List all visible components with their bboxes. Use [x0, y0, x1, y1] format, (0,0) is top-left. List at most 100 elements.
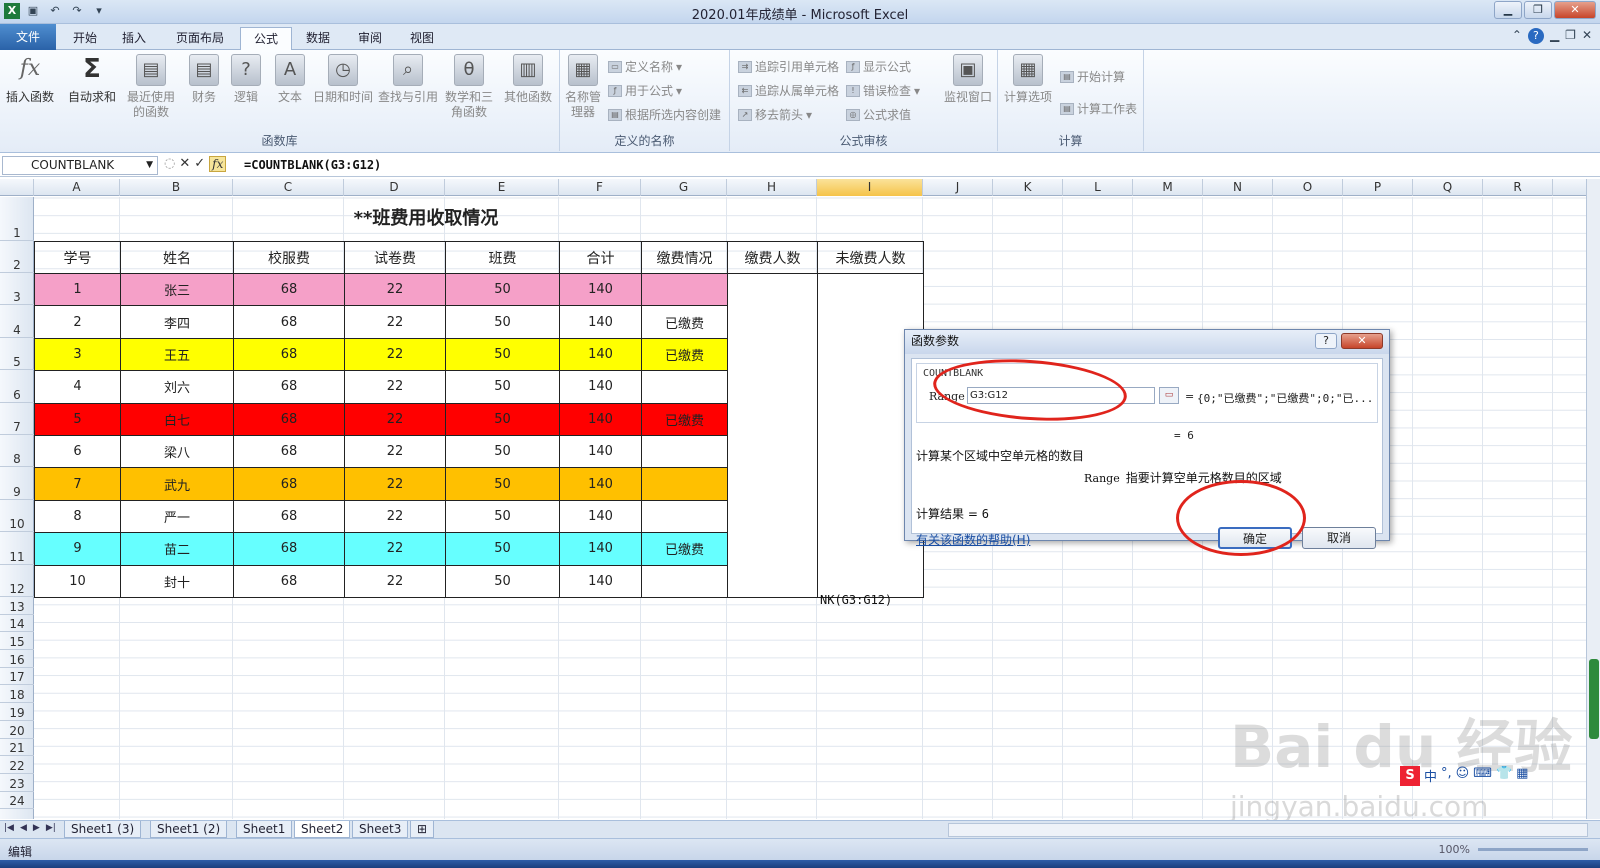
calculate-sheet-button[interactable]: ▤ 计算工作表: [1060, 100, 1137, 117]
row-header-12[interactable]: 12: [0, 565, 34, 597]
sheet-tab-sheet3[interactable]: Sheet3: [352, 821, 409, 838]
row-header-2[interactable]: 2: [0, 241, 34, 273]
column-header-i[interactable]: I: [817, 179, 923, 196]
dialog-close-button[interactable]: ✕: [1341, 333, 1383, 349]
column-header-k[interactable]: K: [993, 179, 1063, 196]
table-cell-name[interactable]: 苗二: [120, 532, 234, 566]
trace-dependents-button[interactable]: ⇇ 追踪从属单元格: [738, 82, 839, 99]
header-cell[interactable]: 班费: [445, 241, 560, 274]
table-cell-a[interactable]: 68: [233, 402, 345, 436]
insert-function-button[interactable]: fx 插入函数: [4, 54, 56, 105]
autosum-button[interactable]: Σ 自动求和: [66, 54, 118, 105]
table-cell-c[interactable]: 50: [445, 499, 560, 534]
calculation-options-button[interactable]: ▦ 计算选项: [1002, 54, 1054, 105]
table-cell-status[interactable]: 已缴费: [641, 337, 728, 372]
minimize-button[interactable]: ▁: [1494, 1, 1522, 19]
tab-page-layout[interactable]: 页面布局: [164, 27, 236, 50]
column-header-j[interactable]: J: [923, 179, 993, 196]
table-cell-name[interactable]: 梁八: [120, 434, 234, 469]
table-cell-name[interactable]: 刘六: [120, 370, 234, 404]
row-header-5[interactable]: 5: [0, 338, 34, 371]
insert-function-fx-button[interactable]: fx: [209, 156, 227, 172]
table-cell-b[interactable]: 22: [344, 434, 446, 469]
help-icon[interactable]: ?: [1527, 28, 1544, 44]
table-cell-status[interactable]: 已缴费: [641, 532, 728, 566]
row-header-16[interactable]: 16: [0, 650, 34, 668]
horizontal-scrollbar[interactable]: [948, 823, 1588, 837]
table-cell-a[interactable]: 68: [233, 499, 345, 534]
more-functions-button[interactable]: ▥ 其他函数: [500, 54, 556, 105]
table-cell-a[interactable]: 68: [233, 564, 345, 598]
logical-button[interactable]: ? 逻辑: [228, 54, 264, 105]
sheet-tab-sheet1-3[interactable]: Sheet1 (3): [64, 821, 142, 838]
name-manager-button[interactable]: ▦ 名称管理器: [564, 54, 602, 120]
table-cell-name[interactable]: 王五: [120, 337, 234, 372]
dialog-help-button[interactable]: ?: [1315, 333, 1337, 349]
header-cell[interactable]: 试卷费: [344, 241, 446, 274]
tab-insert[interactable]: 插入: [112, 27, 156, 50]
close-button[interactable]: ✕: [1554, 1, 1596, 19]
show-formulas-button[interactable]: ƒ 显示公式: [846, 58, 911, 75]
sheet-tab-sheet2[interactable]: Sheet2: [294, 821, 351, 838]
prev-sheet-icon[interactable]: ◀: [20, 823, 27, 833]
row-header-23[interactable]: 23: [0, 774, 34, 792]
date-time-button[interactable]: ◷ 日期和时间: [310, 54, 376, 105]
error-checking-button[interactable]: ! 错误检查 ▾: [846, 82, 920, 99]
table-cell-name[interactable]: 李四: [120, 305, 234, 339]
table-cell-total[interactable]: 140: [559, 532, 642, 566]
table-cell-b[interactable]: 22: [344, 499, 446, 534]
tab-data[interactable]: 数据: [296, 27, 340, 50]
table-cell-status[interactable]: 已缴费: [641, 402, 728, 436]
column-header-b[interactable]: B: [120, 179, 233, 196]
column-header-a[interactable]: A: [34, 179, 120, 196]
table-cell-id[interactable]: 10: [34, 564, 121, 598]
text-button[interactable]: A 文本: [272, 54, 308, 105]
table-cell-a[interactable]: 68: [233, 532, 345, 566]
table-cell-name[interactable]: 封十: [120, 564, 234, 598]
zoom-slider[interactable]: [1478, 848, 1588, 851]
table-cell-status[interactable]: [641, 272, 728, 307]
table-cell-a[interactable]: 68: [233, 370, 345, 404]
sheet-tab-sheet1-2[interactable]: Sheet1 (2): [150, 821, 228, 838]
restore-workbook-icon[interactable]: ❐: [1565, 28, 1576, 44]
function-arguments-dialog[interactable]: 函数参数 ? ✕ COUNTBLANK Range G3:G12 ▭ = {0;…: [904, 329, 1390, 549]
create-from-selection-button[interactable]: ▤ 根据所选内容创建: [608, 106, 721, 123]
row-header-3[interactable]: 3: [0, 273, 34, 306]
table-cell-status[interactable]: [641, 434, 728, 469]
header-cell[interactable]: 缴费情况: [641, 241, 728, 274]
vertical-scrollbar[interactable]: [1586, 179, 1600, 819]
table-cell-total[interactable]: 140: [559, 434, 642, 469]
ime-keyboard-icon[interactable]: ⌨: [1473, 766, 1492, 786]
table-cell-total[interactable]: 140: [559, 402, 642, 436]
tab-view[interactable]: 视图: [400, 27, 444, 50]
table-cell-a[interactable]: 68: [233, 305, 345, 339]
row-header-14[interactable]: 14: [0, 615, 34, 633]
table-cell-c[interactable]: 50: [445, 564, 560, 598]
row-header-18[interactable]: 18: [0, 686, 34, 704]
cancel-button[interactable]: 取消: [1302, 527, 1376, 549]
header-cell[interactable]: 姓名: [120, 241, 234, 274]
tab-formulas[interactable]: 公式: [240, 27, 292, 50]
name-box[interactable]: COUNTBLANK ▼: [2, 156, 158, 175]
ime-emoji-icon[interactable]: ☺: [1456, 766, 1470, 786]
column-header-f[interactable]: F: [559, 179, 641, 196]
table-cell-total[interactable]: 140: [559, 337, 642, 372]
column-header-m[interactable]: M: [1133, 179, 1203, 196]
column-header-l[interactable]: L: [1063, 179, 1133, 196]
table-cell-c[interactable]: 50: [445, 467, 560, 501]
ok-button[interactable]: 确定: [1218, 527, 1292, 549]
column-header-c[interactable]: C: [233, 179, 344, 196]
table-cell-total[interactable]: 140: [559, 467, 642, 501]
row-header-19[interactable]: 19: [0, 703, 34, 721]
header-cell[interactable]: 合计: [559, 241, 642, 274]
table-cell-a[interactable]: 68: [233, 337, 345, 372]
tab-review[interactable]: 审阅: [348, 27, 392, 50]
table-cell-id[interactable]: 5: [34, 402, 121, 436]
cancel-formula-button[interactable]: ✕: [179, 156, 190, 172]
collapse-ribbon-icon[interactable]: ⌃: [1512, 28, 1522, 44]
collapse-dialog-icon[interactable]: ▭: [1159, 387, 1179, 404]
table-cell-id[interactable]: 1: [34, 272, 121, 307]
header-cell[interactable]: 未缴费人数: [817, 241, 924, 274]
ime-mode-chinese[interactable]: 中: [1424, 766, 1437, 786]
row-header-22[interactable]: 22: [0, 756, 34, 774]
